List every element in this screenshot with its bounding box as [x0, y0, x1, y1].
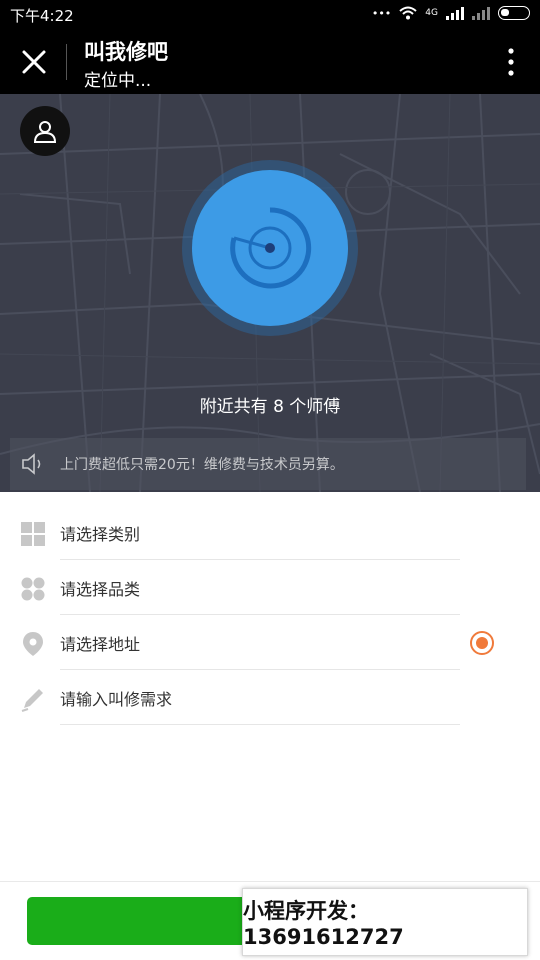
page-title: 叫我修吧 [84, 40, 168, 64]
signal-weak-icon [472, 7, 490, 20]
address-label: 请选择地址 [60, 635, 141, 654]
request-label: 请输入叫修需求 [60, 690, 173, 709]
subcategory-select-row[interactable]: 请选择品类 [0, 560, 540, 615]
close-button[interactable] [16, 44, 52, 80]
category-label: 请选择类别 [60, 525, 141, 544]
header-divider [66, 44, 67, 80]
address-select-row[interactable]: 请选择地址 [0, 615, 540, 670]
radar-icon [182, 160, 358, 336]
speaker-icon [22, 453, 41, 475]
service-form: 请选择类别 请选择品类 请选择地址 请输入叫修需求 [0, 492, 540, 725]
app-header: 叫我修吧 定位中... [0, 30, 540, 94]
promo-overlay: 小程序开发：13691612727 [242, 888, 528, 956]
map-area[interactable]: 附近共有 8 个师傅 上门费超低只需20元！维修费与技术员另算。 [0, 94, 540, 492]
status-time: 下午4:22 [10, 7, 74, 25]
locate-radio[interactable] [470, 631, 494, 655]
battery-icon [498, 6, 530, 20]
promo-text: 小程序开发：13691612727 [243, 899, 404, 949]
notice-text: 上门费超低只需20元！维修费与技术员另算。 [60, 457, 344, 473]
location-pin-icon [23, 632, 43, 656]
more-button[interactable] [504, 46, 518, 78]
pencil-icon [21, 689, 43, 712]
user-icon [33, 121, 57, 143]
notice-banner: 上门费超低只需20元！维修费与技术员另算。 [10, 438, 526, 490]
signal-icon [446, 7, 464, 20]
status-bar: 下午4:22 ••• 4G [0, 0, 540, 30]
row-divider [60, 724, 460, 725]
more-vertical-icon [508, 48, 514, 76]
user-profile-button[interactable] [20, 106, 70, 156]
nearby-count-text: 附近共有 8 个师傅 [199, 397, 341, 417]
wifi-icon [399, 6, 417, 20]
clover-icon [21, 577, 45, 601]
page-subtitle: 定位中... [84, 71, 152, 91]
subcategory-label: 请选择品类 [60, 580, 141, 599]
network-label: 4G [425, 8, 438, 18]
status-icons: ••• 4G [372, 6, 530, 20]
footer-divider [0, 881, 540, 882]
category-select-row[interactable]: 请选择类别 [0, 505, 540, 560]
dots-icon: ••• [371, 6, 392, 20]
grid-icon [21, 522, 45, 546]
close-icon [22, 50, 46, 74]
request-input-row[interactable]: 请输入叫修需求 [0, 670, 540, 725]
